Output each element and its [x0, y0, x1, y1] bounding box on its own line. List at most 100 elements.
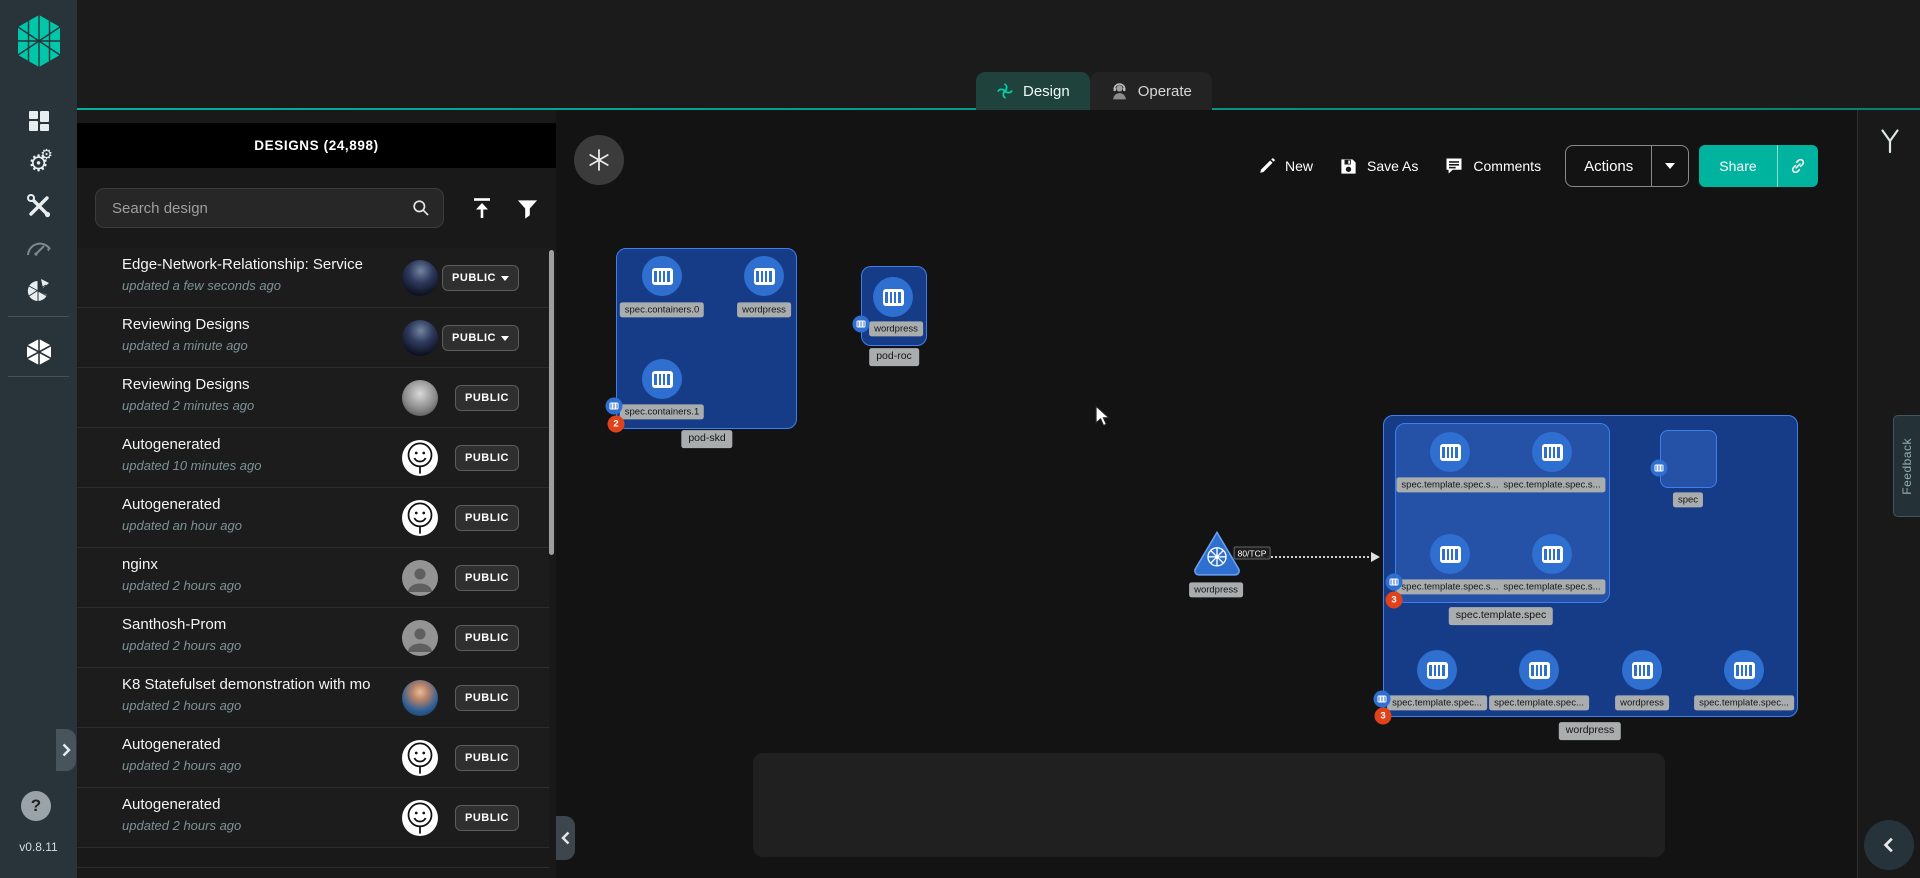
visibility-badge[interactable]: PUBLIC — [455, 685, 519, 711]
sidebar-item-performance[interactable] — [0, 226, 77, 270]
actions-dropdown[interactable] — [1652, 163, 1688, 169]
tab-design[interactable]: Design — [976, 72, 1090, 110]
container-node[interactable] — [744, 256, 784, 296]
design-updated: updated a minute ago — [122, 338, 248, 353]
sidebar-item-kanvas[interactable] — [0, 330, 77, 374]
container-node[interactable] — [1532, 534, 1572, 574]
container-node[interactable] — [1724, 650, 1764, 690]
actions-button[interactable]: Actions — [1565, 145, 1689, 187]
canvas-action-bar: New Save As Comments Actions Share — [1258, 145, 1818, 187]
chevron-down-icon — [501, 276, 509, 281]
container-node[interactable] — [642, 359, 682, 399]
error-badge[interactable]: 3 — [1375, 708, 1392, 725]
rail-expand-chevron[interactable] — [56, 729, 76, 771]
kanvas-hex-icon — [26, 338, 52, 366]
container-node[interactable] — [1430, 432, 1470, 472]
lifecycle-gear-small-icon: ⚙ — [40, 146, 53, 163]
collapse-left-chevron[interactable] — [556, 816, 575, 860]
spec-box[interactable] — [1660, 430, 1717, 488]
search-icon[interactable] — [411, 198, 431, 218]
design-row[interactable]: Reviewing Designs updated 2 minutes ago … — [77, 368, 549, 428]
design-name: nginx — [122, 556, 410, 573]
sidebar-item-configuration[interactable] — [0, 184, 77, 228]
collapse-right-button[interactable] — [1864, 820, 1914, 870]
design-row[interactable]: Autogenerated updated 10 minutes ago PUB… — [77, 428, 549, 488]
container-node[interactable] — [1532, 432, 1572, 472]
edge-port-label: 80/TCP — [1234, 547, 1271, 560]
container-node[interactable] — [1519, 650, 1559, 690]
filter-icon[interactable] — [514, 196, 540, 222]
visibility-select[interactable]: PUBLIC — [442, 325, 519, 351]
design-row[interactable]: Autogenerated updated 2 hours ago PUBLIC — [77, 728, 549, 788]
save-as-button[interactable]: Save As — [1339, 157, 1418, 176]
group-label: spec.template.spec — [1449, 607, 1553, 625]
pod-badge-icon[interactable] — [1374, 691, 1391, 708]
node-label: wordpress — [869, 321, 923, 336]
node-label: spec.containers.0 — [620, 302, 704, 317]
node-label: spec — [1673, 492, 1703, 507]
pod-template-group[interactable] — [1395, 423, 1610, 603]
visibility-badge[interactable]: PUBLIC — [455, 805, 519, 831]
visibility-badge[interactable]: PUBLIC — [455, 385, 519, 411]
pod-badge-icon[interactable] — [606, 398, 623, 415]
design-name: Santhosh-Prom — [122, 616, 410, 633]
container-icon — [1632, 662, 1653, 679]
design-updated: updated an hour ago — [122, 518, 242, 533]
new-button[interactable]: New — [1258, 157, 1313, 175]
error-badge[interactable]: 2 — [608, 416, 625, 433]
container-node[interactable] — [1430, 534, 1470, 574]
designs-scrollbar[interactable] — [549, 250, 554, 555]
save-as-label: Save As — [1367, 158, 1418, 174]
design-row[interactable]: Reviewing Designs updated a minute ago P… — [77, 308, 549, 368]
design-row[interactable]: Autogenerated updated 2 hours ago PUBLIC — [77, 788, 549, 848]
container-node[interactable] — [1622, 650, 1662, 690]
meshery-logo[interactable] — [15, 14, 63, 68]
container-node[interactable] — [873, 277, 913, 317]
visibility-badge[interactable]: PUBLIC — [455, 565, 519, 591]
visibility-badge[interactable]: PUBLIC — [455, 445, 519, 471]
share-label: Share — [1699, 158, 1776, 174]
error-badge[interactable]: 3 — [1386, 592, 1403, 609]
chevron-down-icon — [1665, 163, 1675, 169]
designs-panel-title: DESIGNS (24,898) — [77, 123, 556, 168]
pod-badge-icon[interactable] — [1386, 574, 1403, 591]
share-button[interactable]: Share — [1699, 145, 1817, 187]
upload-design-icon[interactable] — [469, 196, 495, 222]
container-node[interactable] — [642, 256, 682, 296]
comments-button[interactable]: Comments — [1444, 156, 1541, 176]
design-updated: updated 10 minutes ago — [122, 458, 262, 473]
node-label: wordpress — [737, 302, 791, 317]
sidebar-item-mesh[interactable] — [0, 268, 77, 312]
container-node[interactable] — [1417, 650, 1457, 690]
visibility-badge[interactable]: PUBLIC — [455, 745, 519, 771]
sidebar-item-dashboard[interactable] — [0, 99, 77, 143]
design-row[interactable]: Santhosh-Prom updated 2 hours ago PUBLIC — [77, 608, 549, 668]
comments-label: Comments — [1473, 158, 1541, 174]
design-row[interactable]: Autogenerated updated an hour ago PUBLIC — [77, 488, 549, 548]
pod-badge-icon[interactable] — [853, 316, 870, 333]
design-row[interactable]: Edge-Network-Relationship: Service updat… — [77, 248, 549, 308]
visibility-badge[interactable]: PUBLIC — [455, 625, 519, 651]
canvas-widget-button[interactable] — [574, 135, 624, 185]
rail-divider — [8, 316, 69, 317]
container-icon — [1529, 662, 1550, 679]
design-name: Reviewing Designs — [122, 376, 410, 393]
copy-link-button[interactable] — [1778, 157, 1818, 175]
visibility-select[interactable]: PUBLIC — [442, 265, 519, 291]
feedback-tab[interactable]: Feedback — [1893, 415, 1920, 517]
design-row[interactable]: nginx updated 2 hours ago PUBLIC — [77, 548, 549, 608]
container-icon — [883, 289, 904, 306]
tab-operate-label: Operate — [1138, 83, 1192, 100]
list-divider — [77, 867, 549, 868]
designs-list: Edge-Network-Relationship: Service updat… — [77, 248, 549, 848]
design-name: Edge-Network-Relationship: Service — [122, 256, 410, 273]
tab-operate[interactable]: Operate — [1090, 72, 1212, 110]
pod-badge-icon[interactable] — [1651, 460, 1668, 477]
flow-merge-icon[interactable] — [1879, 128, 1901, 154]
design-row[interactable]: K8 Statefulset demonstration with mo upd… — [77, 668, 549, 728]
sidebar-item-lifecycle[interactable]: ⚙ ⚙ — [0, 141, 77, 185]
link-icon — [1789, 157, 1807, 175]
help-button[interactable]: ? — [21, 791, 51, 821]
search-input[interactable] — [112, 200, 411, 217]
visibility-badge[interactable]: PUBLIC — [455, 505, 519, 531]
